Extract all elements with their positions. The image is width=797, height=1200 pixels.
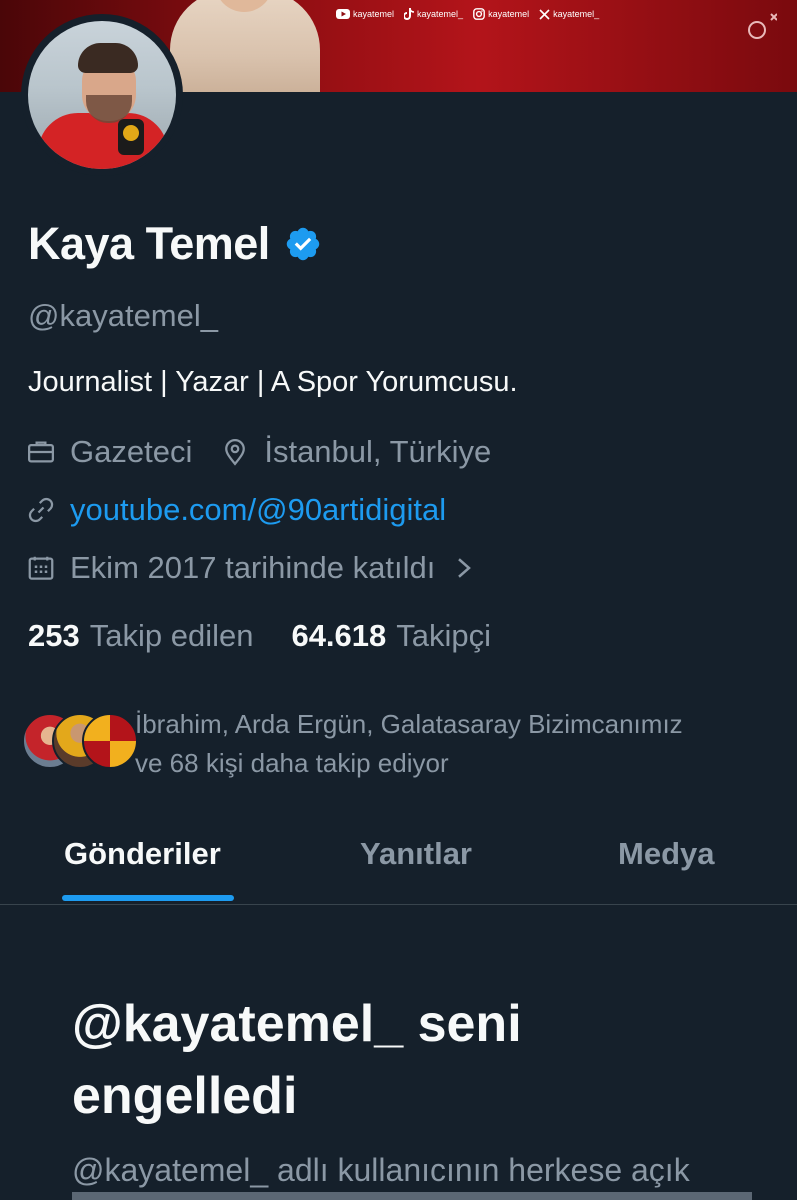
followed-by-text: İbrahim, Arda Ergün, Galatasaray Bizimca… (135, 705, 775, 783)
followed-by-line2: ve 68 kişi daha takip ediyor (135, 748, 449, 778)
chevron-right-icon (458, 558, 472, 578)
banner-social-instagram: kayatemel (473, 8, 529, 20)
followed-by-section[interactable]: İbrahim, Arda Ergün, Galatasaray Bizimca… (22, 705, 683, 778)
calendar-icon (28, 556, 54, 580)
banner-social-label: kayatemel_ (553, 9, 600, 19)
profile-handle: @kayatemel_ (28, 298, 218, 333)
follower-avatar (82, 713, 138, 769)
profile-website: youtube.com/@90artidigital (26, 492, 446, 528)
tab-posts[interactable]: Gönderiler (64, 836, 221, 872)
location-label: İstanbul, Türkiye (264, 434, 492, 469)
followers-label: Takipçi (396, 618, 492, 653)
banner-social-tiktok: kayatemel_ (404, 8, 463, 20)
profile-joined-row[interactable]: Ekim 2017 tarihinde katıldı (26, 550, 475, 586)
following-count-link[interactable]: 253 Takip edilen (28, 618, 253, 654)
tiktok-icon (404, 8, 415, 20)
profile-website-row: youtube.com/@90artidigital (26, 492, 474, 528)
followed-by-avatars (22, 705, 138, 771)
banner-social-label: kayatemel_ (417, 9, 464, 19)
instagram-icon (473, 8, 485, 20)
profile-joined[interactable]: Ekim 2017 tarihinde katıldı (26, 550, 475, 586)
profession-label: Gazeteci (70, 434, 193, 469)
profile-follow-counts: 253 Takip edilen 64.618 Takipçi (28, 618, 529, 654)
blocked-notice-message-cutoff (72, 1192, 752, 1200)
verified-badge-icon[interactable] (284, 225, 322, 263)
website-link[interactable]: youtube.com/@90artidigital (70, 492, 446, 528)
followers-count-link[interactable]: 64.618 Takipçi (291, 618, 491, 654)
profile-name: Kaya Temel (28, 218, 270, 269)
banner-social-x: kayatemel_ (539, 8, 600, 20)
following-label: Takip edilen (89, 618, 254, 653)
followers-count: 64.618 (291, 618, 387, 653)
profile-name-row: Kaya Temel (28, 218, 322, 270)
tab-media[interactable]: Medya (618, 836, 714, 872)
blocked-notice-title: @kayatemel_ seni engelledi (72, 988, 712, 1132)
active-tab-indicator (62, 895, 234, 901)
youtube-icon (336, 9, 350, 19)
following-count: 253 (28, 618, 80, 653)
profile-profession: Gazeteci (26, 434, 192, 470)
x-icon (539, 8, 550, 20)
tab-replies[interactable]: Yanıtlar (360, 836, 472, 872)
avatar-photo (28, 21, 176, 169)
profile-tabs: Gönderiler Yanıtlar Medya (0, 830, 797, 905)
blocked-notice-message: @kayatemel_ adlı kullanıcının herkese aç… (72, 1152, 690, 1188)
link-icon (28, 497, 54, 523)
banner-decoration-icon (748, 13, 777, 39)
blocked-title-line2: engelledi (72, 1067, 298, 1125)
banner-social-handles: kayatemel kayatemel_ kayatemel kayatemel… (336, 8, 599, 20)
joined-label: Ekim 2017 tarihinde katıldı (70, 550, 436, 585)
profile-location: İstanbul, Türkiye (220, 434, 491, 470)
profile-avatar[interactable] (21, 14, 183, 176)
blocked-title-line1: @kayatemel_ seni (72, 995, 522, 1053)
profile-bio: Journalist | Yazar | A Spor Yorumcusu. (28, 366, 518, 398)
banner-person-image (170, 0, 320, 92)
profile-meta-row: Gazeteci İstanbul, Türkiye (26, 434, 519, 470)
briefcase-icon (28, 441, 54, 463)
followed-by-line1: İbrahim, Arda Ergün, Galatasaray Bizimca… (135, 709, 683, 739)
banner-social-youtube: kayatemel (336, 9, 394, 19)
banner-social-label: kayatemel (488, 9, 530, 19)
location-pin-icon (225, 439, 246, 466)
banner-social-label: kayatemel (353, 9, 395, 19)
